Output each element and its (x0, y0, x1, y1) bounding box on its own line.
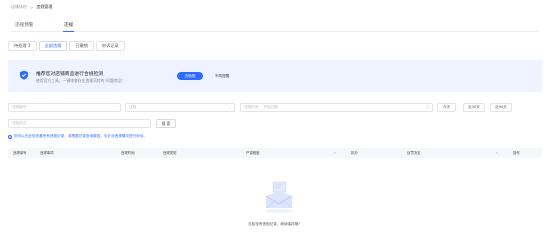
banner-title: 推荐您对店铺商品进行合规检测 (36, 72, 104, 77)
shield-check-icon (20, 70, 28, 80)
info-icon: i (8, 134, 12, 139)
main-tabs: 违规预警 违规 (11, 21, 539, 32)
chevron-down-icon: ⌄ (227, 105, 231, 109)
column-violation-time: 违规时间 (121, 151, 135, 155)
range-90-days-button[interactable]: 近90天 (490, 103, 512, 112)
column-severity: 严重程度 (246, 151, 260, 155)
calendar-icon: ▢ (425, 105, 429, 109)
dismiss-button[interactable]: 不再提醒 (208, 72, 236, 80)
breadcrumb-current: 违规管理 (36, 4, 53, 9)
info-notice: i 您可以在此处查看所有违规记录，或根据记录查询原因，可针对违规情况进行申诉。 (8, 134, 147, 139)
column-violation-type: 违规类型 (163, 151, 177, 155)
breadcrumb-separator-icon: > (30, 4, 34, 10)
sub-tab-revoked[interactable]: 已撤销 (69, 41, 94, 51)
notice-text: 您可以在此处查看所有违规记录，或根据记录查询原因，可针对违规情况进行申诉。 (14, 134, 147, 138)
column-penalty: 处罚决定 (407, 151, 421, 155)
violation-status-placeholder: 违规状态 (12, 121, 27, 125)
column-violation-no: 违规单号 (13, 151, 27, 155)
start-check-button[interactable]: 去检测 (177, 72, 203, 80)
date-start-placeholder: 开始日期 (263, 105, 278, 109)
tab-violation[interactable]: 违规 (62, 22, 75, 32)
range-30-days-button[interactable]: 近30天 (463, 103, 485, 112)
table-header: 违规单号 违规事项 违规时间 违规类型 严重程度 ▾ 扣分 处罚决定 ▾ 操作 (8, 148, 542, 158)
date-range-picker[interactable]: 违规时间 开始日期 ▢ (240, 103, 433, 112)
empty-mailbox-illustration (265, 181, 293, 214)
column-points: 扣分 (351, 151, 358, 155)
sub-tabs: 待处理 3 全部违规 已撤销 申诉记录 (8, 41, 125, 51)
sub-tab-pending[interactable]: 待处理 3 (8, 41, 37, 51)
range-today-button[interactable]: 今天 (437, 103, 456, 112)
severity-filter-icon[interactable]: ▾ (334, 148, 336, 158)
penalty-filter-icon[interactable]: ▾ (496, 148, 498, 158)
breadcrumb: 店铺体检 > 违规管理 (11, 4, 52, 10)
violation-type-select[interactable]: 违规 ⌄ (125, 103, 235, 112)
column-violation-item: 违规事项 (40, 151, 54, 155)
column-actions: 操作 (513, 151, 520, 155)
sub-tab-all[interactable]: 全部违规 (38, 41, 68, 51)
tab-violation-warning[interactable]: 违规预警 (15, 22, 33, 28)
breadcrumb-parent-link[interactable]: 店铺体检 (11, 4, 27, 10)
banner-description: 使用官方工具，一键排查存在违规风险的“问题商品” (36, 78, 124, 83)
violation-no-input[interactable]: 违规编号 (8, 103, 121, 112)
violation-type-placeholder: 违规 (129, 105, 137, 109)
empty-state-text: 当前没有违规记录，继续保持哦！ (248, 222, 302, 226)
violation-no-placeholder: 违规编号 (12, 105, 27, 109)
violation-status-select[interactable]: 违规状态 (8, 119, 151, 128)
recommend-banner: 推荐您对店铺商品进行合规检测 使用官方工具，一键排查存在违规风险的“问题商品” … (8, 60, 542, 92)
search-button[interactable]: 搜 索 (156, 119, 176, 128)
sub-tab-appeals[interactable]: 申诉记录 (95, 41, 125, 51)
date-label: 违规时间 (244, 105, 259, 109)
